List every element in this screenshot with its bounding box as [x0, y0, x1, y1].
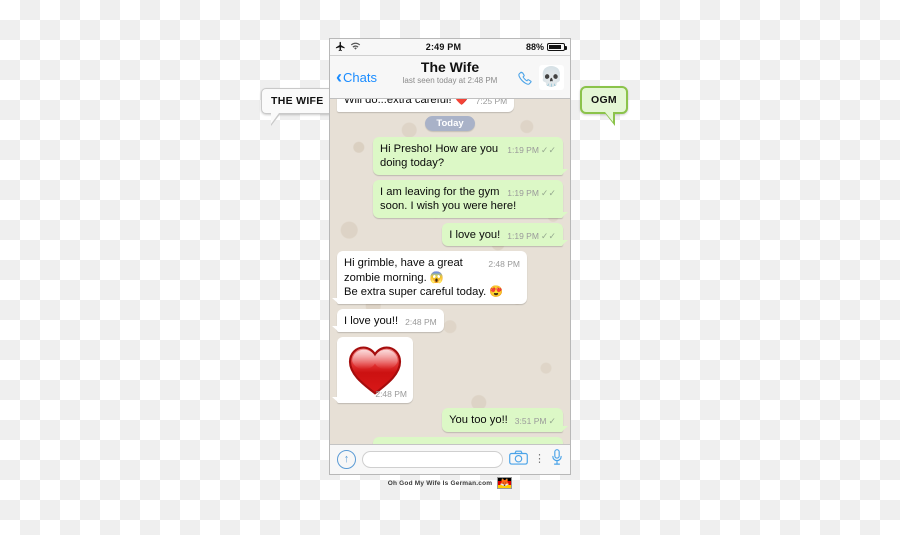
screenshot-canvas: THE WIFE OGM 2:49 PM 88% ‹ Chats The Wif…	[0, 0, 900, 535]
date-divider: Today	[337, 115, 563, 131]
message-meta: 1:19 PM ✓✓	[507, 145, 556, 156]
message-text: Will do...extra careful! ❤️	[344, 99, 469, 106]
more-options-icon[interactable]: ⋮	[534, 454, 545, 465]
navigation-bar-actions: 💀	[517, 64, 564, 90]
message-time: 1:19 PM	[507, 144, 539, 155]
message-row: 2:48 PM Hi grimble, have a great zombie …	[332, 251, 563, 304]
message-meta: 2:48 PM	[375, 389, 407, 400]
message-row: 2:48 PM I love you!!	[332, 308, 563, 332]
battery-percent-label: 88%	[525, 42, 544, 52]
message-row: 7:25 PM Will do...extra careful! ❤️	[337, 99, 563, 112]
chevron-left-icon: ‹	[336, 67, 342, 87]
phone-call-icon[interactable]	[517, 70, 532, 85]
back-button-label: Chats	[343, 69, 377, 85]
callout-the-wife: THE WIFE	[261, 88, 334, 126]
callout-the-wife-label: THE WIFE	[271, 95, 324, 107]
message-meta: 1:19 PM ✓✓	[507, 231, 556, 242]
message-meta: 2:48 PM	[405, 317, 437, 328]
message-meta: 2:48 PM	[488, 259, 520, 270]
message-row: 1:19 PM ✓✓ I am leaving for the gym soon.…	[337, 179, 568, 218]
status-bar-right: 88%	[525, 42, 567, 52]
message-meta: 3:51 PM ✓	[515, 416, 556, 427]
message-meta: 7:25 PM	[476, 99, 508, 107]
callout-ogm-label: OGM	[591, 94, 617, 106]
chat-message-list[interactable]: 7:25 PM Will do...extra careful! ❤️ Toda…	[330, 99, 570, 444]
callout-tail-inner	[271, 113, 279, 124]
message-bubble-incoming[interactable]: 7:25 PM Will do...extra careful! ❤️	[337, 99, 515, 112]
message-row: 3:52 PM✓ We will go to bed early tonight…	[337, 436, 563, 444]
message-text: Hi Presho! How are you doing today?	[380, 142, 499, 170]
message-bubble-outgoing[interactable]: 3:52 PM✓ We will go to bed early tonight…	[373, 436, 563, 444]
phone-screenshot: 2:49 PM 88% ‹ Chats The Wife last seen t…	[329, 38, 571, 475]
site-branding-footer: Oh God My Wife Is German.com 🦊	[329, 477, 571, 489]
message-text: I am leaving for the gym soon. I wish yo…	[380, 185, 517, 213]
delivery-ticks-icon: ✓	[548, 416, 556, 426]
airplane-mode-icon	[335, 41, 346, 54]
message-text: I love you!!	[344, 314, 399, 327]
message-time: 1:19 PM	[507, 230, 539, 241]
callout-tail-inner	[604, 112, 613, 122]
message-row: 3:51 PM ✓ You too yo!!	[337, 408, 568, 432]
message-time: 2:48 PM	[488, 259, 520, 269]
delivery-ticks-icon: ✓✓	[540, 144, 556, 155]
message-time: 1:19 PM	[507, 187, 539, 198]
message-input[interactable]	[362, 451, 503, 468]
flag-emblem: 🦊	[499, 478, 510, 487]
red-heart-icon	[348, 346, 402, 395]
message-time: 3:51 PM	[514, 416, 547, 426]
message-time: 7:25 PM	[475, 99, 508, 106]
camera-icon[interactable]	[509, 450, 528, 470]
microphone-icon[interactable]	[551, 449, 563, 470]
message-row: 1:19 PM ✓✓ I love you!	[337, 222, 568, 246]
message-time: 2:48 PM	[375, 389, 407, 399]
message-text: Hi grimble, have a great zombie morning.…	[344, 257, 504, 298]
message-time: 2:48 PM	[405, 316, 437, 327]
avatar[interactable]: 💀	[539, 64, 564, 90]
message-bubble-outgoing[interactable]: 1:19 PM ✓✓ I am leaving for the gym soon.…	[373, 179, 568, 218]
navigation-bar: ‹ Chats The Wife last seen today at 2:48…	[330, 56, 570, 99]
message-meta: 1:19 PM ✓✓	[507, 188, 556, 199]
message-bubble-image[interactable]: 2:48 PM	[332, 337, 413, 403]
status-bar-time: 2:49 PM	[425, 42, 462, 52]
back-to-chats-button[interactable]: ‹ Chats	[336, 68, 377, 86]
site-name-label: Oh God My Wife Is German.com	[387, 479, 493, 487]
message-bubble-outgoing[interactable]: 1:19 PM ✓✓ Hi Presho! How are you doing t…	[373, 136, 568, 175]
callout-ogm: OGM	[580, 86, 628, 126]
message-text: I love you!	[449, 228, 501, 241]
delivery-ticks-icon: ✓✓	[540, 230, 556, 241]
battery-icon	[547, 43, 567, 51]
message-bubble-incoming[interactable]: 2:48 PM Hi grimble, have a great zombie …	[332, 251, 527, 304]
date-divider-label: Today	[425, 115, 475, 131]
message-bubble-outgoing[interactable]: 3:51 PM ✓ You too yo!!	[442, 408, 568, 432]
messages-container: 7:25 PM Will do...extra careful! ❤️ Toda…	[332, 99, 568, 444]
message-input-bar: ↑ ⋮	[330, 444, 570, 474]
message-row: 1:19 PM ✓✓ Hi Presho! How are you doing t…	[337, 136, 568, 175]
message-row: 2:48 PM	[332, 337, 563, 403]
status-bar-left	[335, 41, 361, 54]
skull-icon: 💀	[539, 66, 564, 88]
german-flag-icon: 🦊	[497, 477, 513, 489]
status-bar: 2:49 PM 88%	[330, 39, 570, 56]
message-bubble-outgoing[interactable]: 1:19 PM ✓✓ I love you!	[442, 222, 568, 246]
upload-arrow-icon[interactable]: ↑	[337, 450, 356, 469]
message-bubble-incoming[interactable]: 2:48 PM I love you!!	[332, 308, 444, 332]
message-text: You too yo!!	[449, 414, 508, 426]
delivery-ticks-icon: ✓✓	[540, 187, 556, 198]
wifi-icon	[350, 42, 361, 53]
